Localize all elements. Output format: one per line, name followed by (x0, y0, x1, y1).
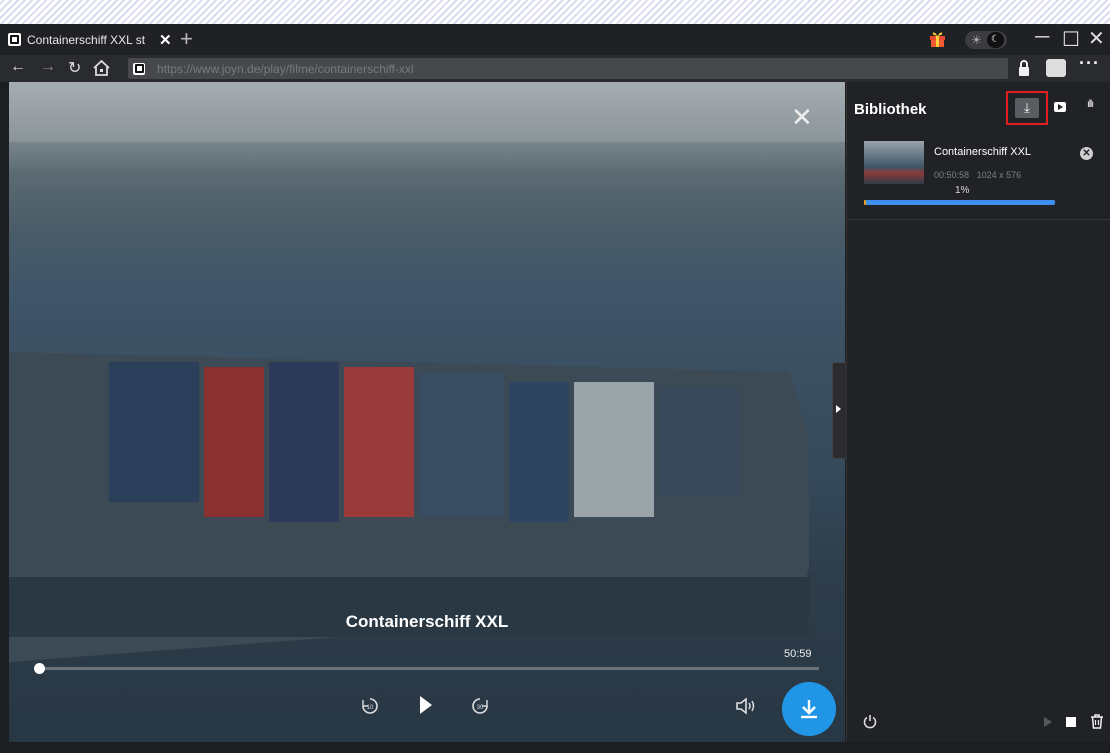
item-percent: 1% (955, 185, 970, 196)
youtube-icon[interactable] (1054, 102, 1066, 112)
duration-label: 50:59 (784, 648, 812, 660)
video-thumbnail (864, 141, 924, 184)
volume-icon[interactable] (735, 697, 757, 715)
new-tab-icon[interactable]: + (180, 26, 193, 52)
video-title: Containerschiff XXL (345, 612, 509, 631)
panel-toggle-handle[interactable] (832, 362, 847, 459)
downloads-tab[interactable]: ⤓ (1006, 91, 1048, 125)
back-icon[interactable]: ← (10, 58, 26, 76)
maximize-icon[interactable]: ☐ (1062, 27, 1080, 52)
gift-icon[interactable] (929, 30, 946, 48)
moon-icon: ☾ (987, 32, 1004, 48)
more-icon[interactable]: ··· (1079, 53, 1100, 74)
url-field[interactable]: https://www.joyn.de/play/filme/container… (128, 58, 1008, 79)
tab-close-icon[interactable]: ✕ (159, 31, 172, 49)
power-icon[interactable] (863, 714, 877, 729)
minimize-icon[interactable]: ─ (1035, 26, 1049, 49)
tab-title: Containerschiff XXL st (27, 32, 146, 47)
forward-30-icon[interactable]: 30 (471, 697, 489, 715)
audio-icon[interactable]: ıllı (1087, 99, 1094, 110)
download-progress-fill (864, 200, 866, 205)
item-title: Containerschiff XXL (934, 146, 1032, 158)
lock-icon[interactable] (1018, 59, 1030, 77)
video-frame (9, 352, 809, 662)
joyn-favicon-icon (133, 62, 145, 75)
item-resolution: 1024 x 576 (976, 170, 1022, 180)
window-top-border (0, 0, 1110, 24)
seek-bar[interactable] (39, 667, 819, 670)
download-icon (801, 700, 817, 719)
library-panel: Bibliothek ⤓ ıllı Containerschiff XXL 00… (846, 82, 1110, 742)
bottom-strip (0, 742, 1110, 753)
play-icon[interactable] (418, 694, 434, 716)
item-meta: 00:50:58 1024 x 576 (934, 170, 1021, 180)
box-icon[interactable] (1046, 59, 1066, 77)
joyn-favicon-icon (8, 33, 21, 46)
item-length: 00:50:58 (934, 170, 970, 180)
address-bar: ← → ↻ https://www.joyn.de/play/filme/con… (0, 53, 1110, 82)
remove-item-icon[interactable]: ✕ (1080, 147, 1093, 160)
video-close-icon[interactable]: ✕ (791, 102, 813, 133)
svg-text:10: 10 (367, 705, 374, 711)
play-icon[interactable] (1043, 716, 1053, 728)
video-player[interactable]: ✕ Containerschiff XXL 50:59 10 30 (9, 82, 845, 742)
trash-icon[interactable] (1090, 714, 1104, 729)
seek-handle[interactable] (34, 663, 45, 674)
rewind-10-icon[interactable]: 10 (361, 697, 379, 715)
download-icon: ⤓ (1015, 98, 1039, 118)
video-background (9, 82, 845, 142)
library-title: Bibliothek (854, 101, 927, 118)
browser-tab[interactable]: Containerschiff XXL st ✕ (8, 24, 173, 55)
title-bar: Containerschiff XXL st ✕ + ☀ ☾ ─ ☐ ✕ (0, 24, 1110, 55)
list-item[interactable]: Containerschiff XXL 00:50:58 1024 x 576 … (847, 127, 1110, 220)
url-text: https://www.joyn.de/play/filme/container… (157, 61, 414, 76)
sun-icon: ☀ (971, 33, 982, 47)
forward-icon[interactable]: → (40, 58, 56, 76)
svg-text:30: 30 (477, 705, 484, 711)
home-icon[interactable] (93, 60, 110, 76)
download-progress-bar (864, 200, 1055, 205)
stop-icon[interactable] (1066, 717, 1076, 727)
close-icon[interactable]: ✕ (1088, 26, 1105, 51)
reload-icon[interactable]: ↻ (68, 58, 81, 78)
theme-toggle[interactable]: ☀ ☾ (965, 31, 1007, 49)
download-button[interactable] (782, 682, 836, 736)
library-footer (847, 700, 1110, 742)
